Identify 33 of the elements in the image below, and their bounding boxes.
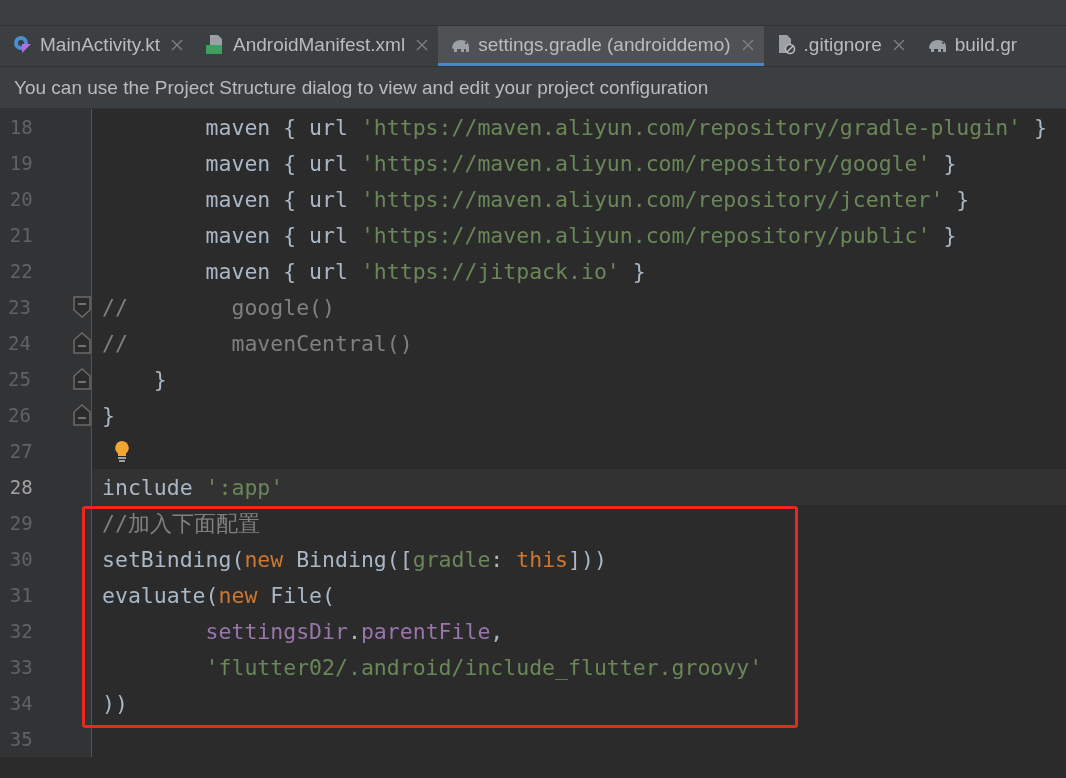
code-line: maven { url 'https://maven.aliyun.com/repository/gradle-plugin' }	[204, 114, 1047, 140]
code-line: include ':app'	[102, 474, 284, 500]
code-line: settingsDir.parentFile,	[204, 618, 504, 644]
fold-marker-icon[interactable]	[73, 368, 91, 390]
code-line: }	[152, 366, 167, 392]
code-line: 'flutter02/.android/include_flutter.groovy'	[204, 654, 763, 680]
kotlin-file-icon	[12, 34, 33, 55]
close-icon[interactable]	[741, 38, 754, 51]
code-line: // google()	[102, 294, 335, 320]
fold-marker-icon[interactable]	[73, 332, 91, 354]
code-line: setBinding(new Binding([gradle: this]))	[102, 546, 607, 572]
fold-marker-icon[interactable]	[73, 296, 91, 318]
code-line: }	[102, 402, 115, 428]
editor-tab[interactable]: MainActivity.kt	[0, 26, 193, 66]
fold-marker-icon[interactable]	[73, 404, 91, 426]
close-icon[interactable]	[171, 38, 183, 51]
code-line: maven { url 'https://jitpack.io' }	[204, 258, 646, 284]
editor-tab[interactable]: .gitignore	[763, 26, 915, 66]
code-line: ))	[102, 690, 128, 716]
code-line: evaluate(new File(	[102, 582, 335, 608]
code-line: maven { url 'https://maven.aliyun.com/repository/google' }	[204, 150, 957, 176]
editor-tab[interactable]: build.gr	[914, 26, 1028, 66]
code-line: //加入下面配置	[102, 509, 260, 538]
lightbulb-icon[interactable]	[114, 440, 130, 462]
code-line: maven { url 'https://maven.aliyun.com/repository/public' }	[204, 222, 957, 248]
close-icon[interactable]	[892, 38, 905, 51]
notification-text: You can use the Project Structure dialog to view and edit your project configuration	[14, 76, 709, 99]
close-icon[interactable]	[416, 38, 429, 51]
line-number: 28	[8, 476, 33, 498]
code-line: // mavenCentral()	[102, 330, 413, 356]
editor-tab[interactable]: AndroidManifest.xml	[193, 26, 439, 66]
code-line: maven { url 'https://maven.aliyun.com/repository/jcenter' }	[204, 186, 970, 212]
editor-tab[interactable]: settings.gradle (androiddemo)	[438, 26, 764, 66]
